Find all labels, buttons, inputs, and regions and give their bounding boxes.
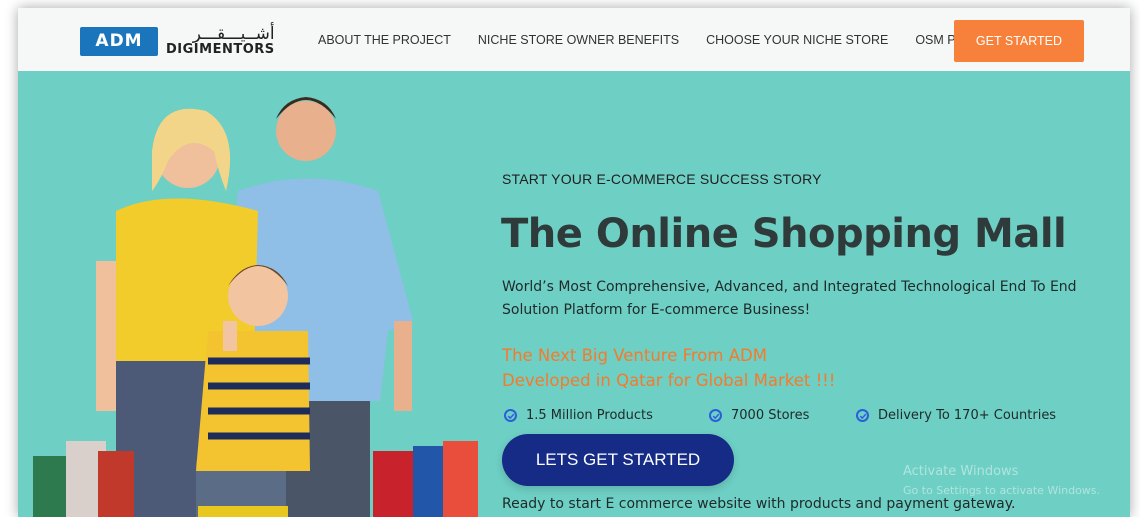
hero-eyebrow: START YOUR E-COMMERCE SUCCESS STORY [502, 171, 822, 187]
nav-link-about[interactable]: ABOUT THE PROJECT [318, 33, 451, 47]
hero-orange-line-2: Developed in Qatar for Global Market !!! [502, 371, 836, 390]
logo-wordmark: DIGIMENTORS [166, 42, 275, 57]
hero-headline: The Online Shopping Mall [501, 211, 1067, 257]
hero-subcopy: World’s Most Comprehensive, Advanced, an… [502, 279, 1077, 318]
top-navbar: ADM أشــيـــقـــر DIGIMENTORS ABOUT THE … [18, 8, 1130, 71]
feature-item-products: 1.5 Million Products [504, 408, 709, 423]
check-circle-icon [709, 409, 722, 422]
nav-link-benefits[interactable]: NICHE STORE OWNER BENEFITS [478, 33, 679, 47]
hero-ready-text: Ready to start E commerce website with p… [502, 496, 1016, 512]
feature-label: Delivery To 170+ Countries [878, 408, 1057, 423]
nav-menu: ABOUT THE PROJECT NICHE STORE OWNER BENE… [318, 8, 1026, 71]
feature-label: 7000 Stores [731, 408, 810, 423]
lets-get-started-button[interactable]: LETS GET STARTED [502, 434, 734, 486]
feature-item-delivery: Delivery To 170+ Countries [856, 408, 1056, 423]
family-shopping-image [33, 97, 478, 517]
site-logo[interactable]: ADM أشــيـــقـــر DIGIMENTORS [80, 26, 275, 56]
check-circle-icon [856, 409, 869, 422]
feature-list: 1.5 Million Products 7000 Stores Deliver… [504, 408, 1056, 423]
get-started-button[interactable]: GET STARTED [954, 20, 1084, 62]
logo-arabic: أشــيـــقـــر [192, 24, 275, 44]
feature-label: 1.5 Million Products [526, 408, 653, 423]
logo-badge: ADM [80, 26, 158, 56]
hero-orange-line-1: The Next Big Venture From ADM [502, 346, 767, 365]
activate-windows-title: Activate Windows [903, 464, 1019, 479]
feature-item-stores: 7000 Stores [709, 408, 856, 423]
logo-wordmark-group: أشــيـــقـــر DIGIMENTORS [166, 24, 275, 57]
nav-link-choose-store[interactable]: CHOOSE YOUR NICHE STORE [706, 33, 888, 47]
check-circle-icon [504, 409, 517, 422]
browser-viewport: ADM أشــيـــقـــر DIGIMENTORS ABOUT THE … [18, 8, 1130, 517]
